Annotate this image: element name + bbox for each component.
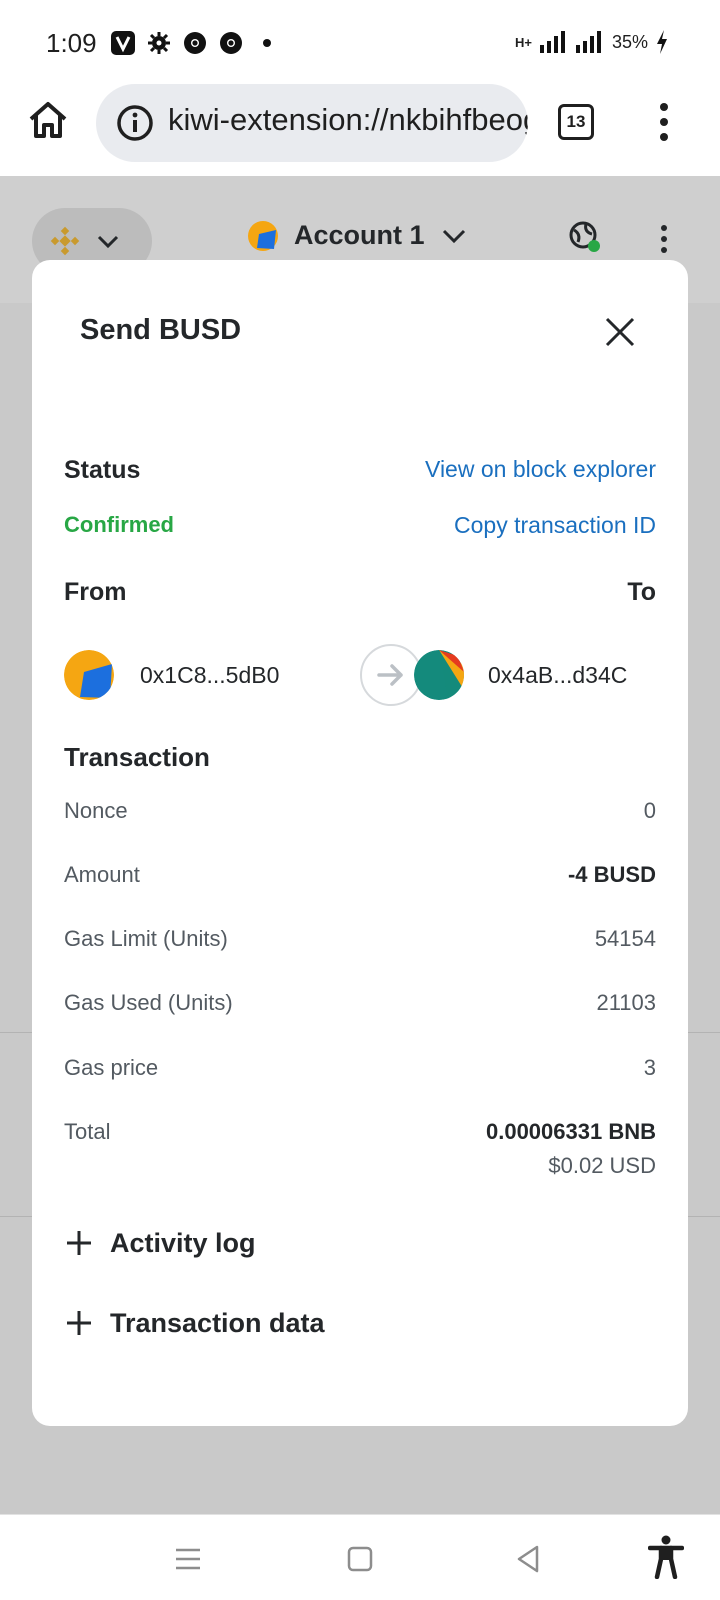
status-label: Status — [64, 456, 141, 484]
plus-icon — [67, 1311, 91, 1335]
account-menu[interactable]: Account 1 — [248, 220, 467, 251]
vivint-icon — [110, 30, 136, 56]
browser-menu-button[interactable] — [652, 100, 676, 144]
to-label: To — [627, 578, 656, 606]
status-notification-icons — [110, 30, 280, 56]
recents-icon — [176, 1548, 200, 1570]
browser-toolbar: kiwi-extension://nkbihfbeogaeaoehlefnkod… — [0, 84, 720, 176]
battery-percent: 35% — [611, 31, 648, 52]
signal-icon — [575, 31, 601, 53]
from-label: From — [64, 578, 127, 606]
network-type: H+ — [514, 34, 532, 50]
detail-row-total: Total 0.00006331 BNB $0.02 USD — [64, 1119, 656, 1193]
transaction-data-toggle[interactable]: Transaction data — [64, 1298, 564, 1348]
row-label: Gas Used (Units) — [64, 990, 233, 1015]
home-icon — [29, 102, 67, 138]
accessibility-button[interactable] — [647, 1535, 685, 1580]
close-button[interactable] — [604, 316, 636, 348]
row-label: Total — [64, 1119, 111, 1144]
back-triangle-icon — [517, 1545, 539, 1573]
detail-row-gas-limit: Gas Limit (Units) 54154 — [64, 926, 656, 966]
address-bar[interactable]: kiwi-extension://nkbihfbeogaeaoehlefnkod… — [96, 84, 528, 162]
row-value: -4 BUSD — [567, 862, 656, 887]
account-options-button[interactable] — [654, 224, 674, 254]
system-navigation-bar — [0, 1514, 720, 1600]
row-value: 3 — [643, 1055, 656, 1080]
row-label: Gas Limit (Units) — [64, 926, 228, 951]
home-nav-button[interactable] — [342, 1541, 378, 1577]
tab-switcher-button[interactable]: 13 — [558, 104, 594, 140]
chevron-down-icon — [97, 235, 119, 249]
arrow-right-icon — [360, 644, 422, 706]
status-badge: Confirmed — [64, 512, 174, 537]
chevron-down-icon — [442, 229, 465, 243]
transaction-heading: Transaction — [64, 742, 210, 772]
total-usd-value: $0.02 USD — [548, 1153, 656, 1178]
signal-icon — [539, 31, 565, 53]
kebab-menu-icon — [660, 103, 668, 141]
recent-apps-button[interactable] — [170, 1541, 206, 1577]
expander-label: Transaction data — [110, 1307, 325, 1338]
kebab-menu-icon — [661, 225, 667, 253]
detail-row-gas-used: Gas Used (Units) 21103 — [64, 990, 656, 1030]
close-icon — [605, 317, 635, 347]
url-text: kiwi-extension://nkbihfbeogaeaoehlefnkod… — [168, 102, 528, 137]
detail-row-nonce: Nonce 0 — [64, 798, 656, 838]
modal-title: Send BUSD — [80, 314, 242, 346]
status-bar: 1:09 H+ 35% — [0, 0, 720, 84]
row-value: 0.00006331 BNB — [485, 1119, 656, 1144]
row-value: 0 — [643, 798, 656, 823]
gear-icon — [146, 30, 172, 56]
sender-recipient-row: 0x1C8...5dB0 0x4aB...d34C — [64, 638, 656, 718]
home-button[interactable] — [26, 98, 70, 142]
from-address[interactable]: 0x1C8...5dB0 — [140, 662, 279, 689]
avatar — [248, 220, 278, 251]
detail-row-amount: Amount -4 BUSD — [64, 862, 656, 902]
activity-log-toggle[interactable]: Activity log — [64, 1218, 564, 1268]
info-icon[interactable] — [116, 104, 154, 142]
dot-icon — [254, 30, 280, 56]
chrome-icon — [182, 30, 208, 56]
status-time: 1:09 — [46, 28, 97, 58]
avatar — [414, 650, 464, 700]
chrome-icon — [218, 30, 244, 56]
home-square-icon — [347, 1546, 373, 1572]
detail-row-gas-price: Gas price 3 — [64, 1055, 656, 1095]
row-value: 54154 — [594, 926, 656, 951]
expander-label: Activity log — [110, 1227, 256, 1258]
view-block-explorer-link[interactable]: View on block explorer — [425, 456, 656, 483]
row-label: Amount — [64, 862, 140, 887]
connected-site-icon[interactable] — [568, 220, 602, 254]
status-right: H+ 35% — [515, 30, 668, 54]
row-label: Gas price — [64, 1055, 159, 1080]
accessibility-icon — [647, 1535, 685, 1580]
bnb-logo-icon — [50, 226, 80, 256]
row-label: Nonce — [64, 798, 128, 823]
avatar — [64, 650, 114, 700]
row-value: 21103 — [596, 990, 656, 1015]
battery-charging-icon — [657, 30, 667, 54]
to-address[interactable]: 0x4aB...d34C — [488, 662, 627, 689]
copy-transaction-id-link[interactable]: Copy transaction ID — [454, 512, 656, 539]
account-name: Account 1 — [294, 220, 425, 250]
plus-icon — [67, 1231, 91, 1255]
back-button[interactable] — [510, 1541, 546, 1577]
transaction-details-modal: Send BUSD Status View on block explorer … — [32, 260, 688, 1426]
